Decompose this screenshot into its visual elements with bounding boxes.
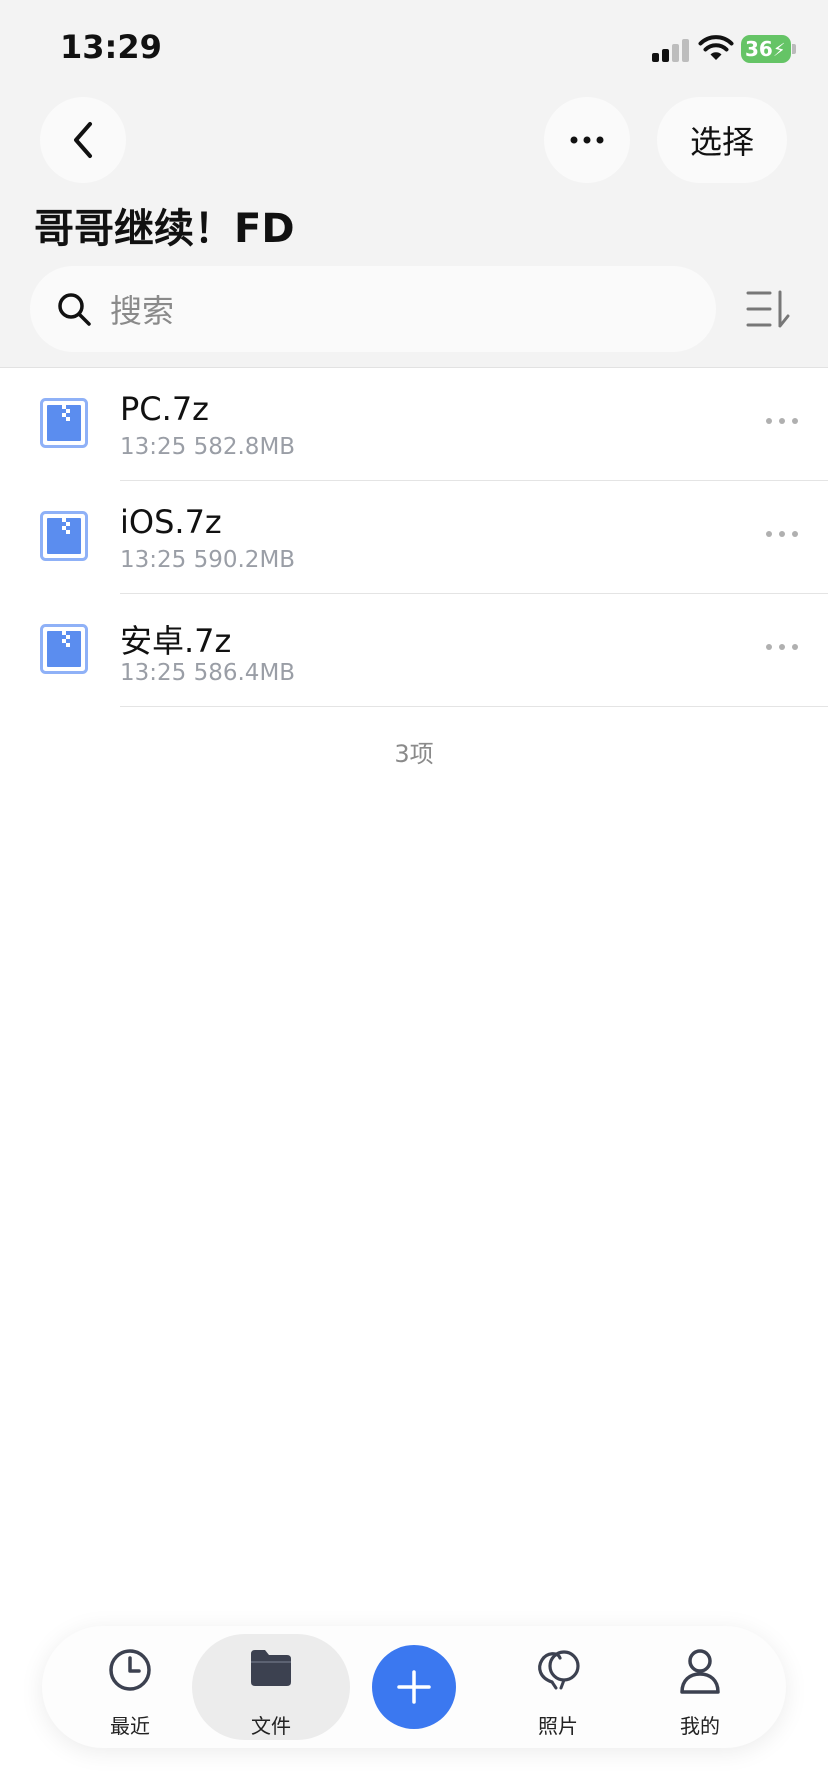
clock-icon (109, 1649, 151, 1691)
battery-percent: 36 (745, 37, 773, 61)
tab-bar: 最近 文件 照片 我的 (42, 1626, 786, 1748)
tab-recent-label: 最近 (110, 1714, 150, 1738)
charging-bolt-icon: ⚡ (772, 40, 786, 61)
more-horizontal-icon[interactable] (764, 414, 800, 428)
page-title: 哥哥继续！FD (34, 206, 295, 252)
archive-file-icon (40, 624, 88, 674)
file-meta: 13:25 590.2MB (120, 547, 296, 573)
file-list: PC.7z 13:25 582.8MB iOS.7z 13:25 590.2MB… (0, 368, 828, 707)
file-name: 安卓.7z (120, 622, 232, 660)
tab-mine-label: 我的 (680, 1714, 720, 1738)
row-divider (120, 706, 828, 707)
sort-icon[interactable] (744, 288, 792, 330)
archive-file-icon (40, 511, 88, 561)
tab-photos-label: 照片 (538, 1714, 578, 1738)
file-row[interactable]: 安卓.7z 13:25 586.4MB (0, 594, 828, 707)
plus-icon (397, 1670, 431, 1704)
file-name: PC.7z (120, 390, 209, 428)
more-options-button[interactable] (544, 97, 630, 183)
back-button[interactable] (40, 97, 126, 183)
tab-files-label: 文件 (251, 1714, 291, 1738)
tab-files[interactable]: 文件 (201, 1626, 341, 1748)
more-horizontal-icon[interactable] (764, 640, 800, 654)
battery-level: 36⚡ (741, 35, 791, 63)
more-horizontal-icon (570, 136, 604, 144)
select-button[interactable]: 选择 (657, 97, 787, 183)
user-icon (680, 1649, 720, 1694)
search-icon (58, 293, 91, 326)
file-row[interactable]: PC.7z 13:25 582.8MB (0, 368, 828, 481)
status-time: 13:29 (60, 28, 162, 66)
search-input[interactable]: 搜索 (30, 266, 716, 352)
file-row[interactable]: iOS.7z 13:25 590.2MB (0, 481, 828, 594)
archive-file-icon (40, 398, 88, 448)
chevron-left-icon (74, 122, 92, 158)
battery-cap (792, 44, 796, 54)
wifi-icon (698, 35, 734, 60)
file-name: iOS.7z (120, 503, 222, 541)
folder-icon (251, 1650, 291, 1686)
tab-recent[interactable]: 最近 (60, 1626, 200, 1748)
tab-photos[interactable]: 照片 (488, 1626, 628, 1748)
add-button[interactable] (372, 1645, 456, 1729)
status-bar: 13:29 36⚡ (0, 0, 828, 100)
search-placeholder: 搜索 (110, 292, 175, 330)
file-meta: 13:25 582.8MB (120, 434, 296, 460)
file-meta: 13:25 586.4MB (120, 660, 296, 686)
item-count: 3项 (394, 740, 434, 768)
tab-mine[interactable]: 我的 (630, 1626, 770, 1748)
more-horizontal-icon[interactable] (764, 527, 800, 541)
balloon-icon (538, 1650, 580, 1690)
cellular-signal-icon (652, 38, 690, 62)
